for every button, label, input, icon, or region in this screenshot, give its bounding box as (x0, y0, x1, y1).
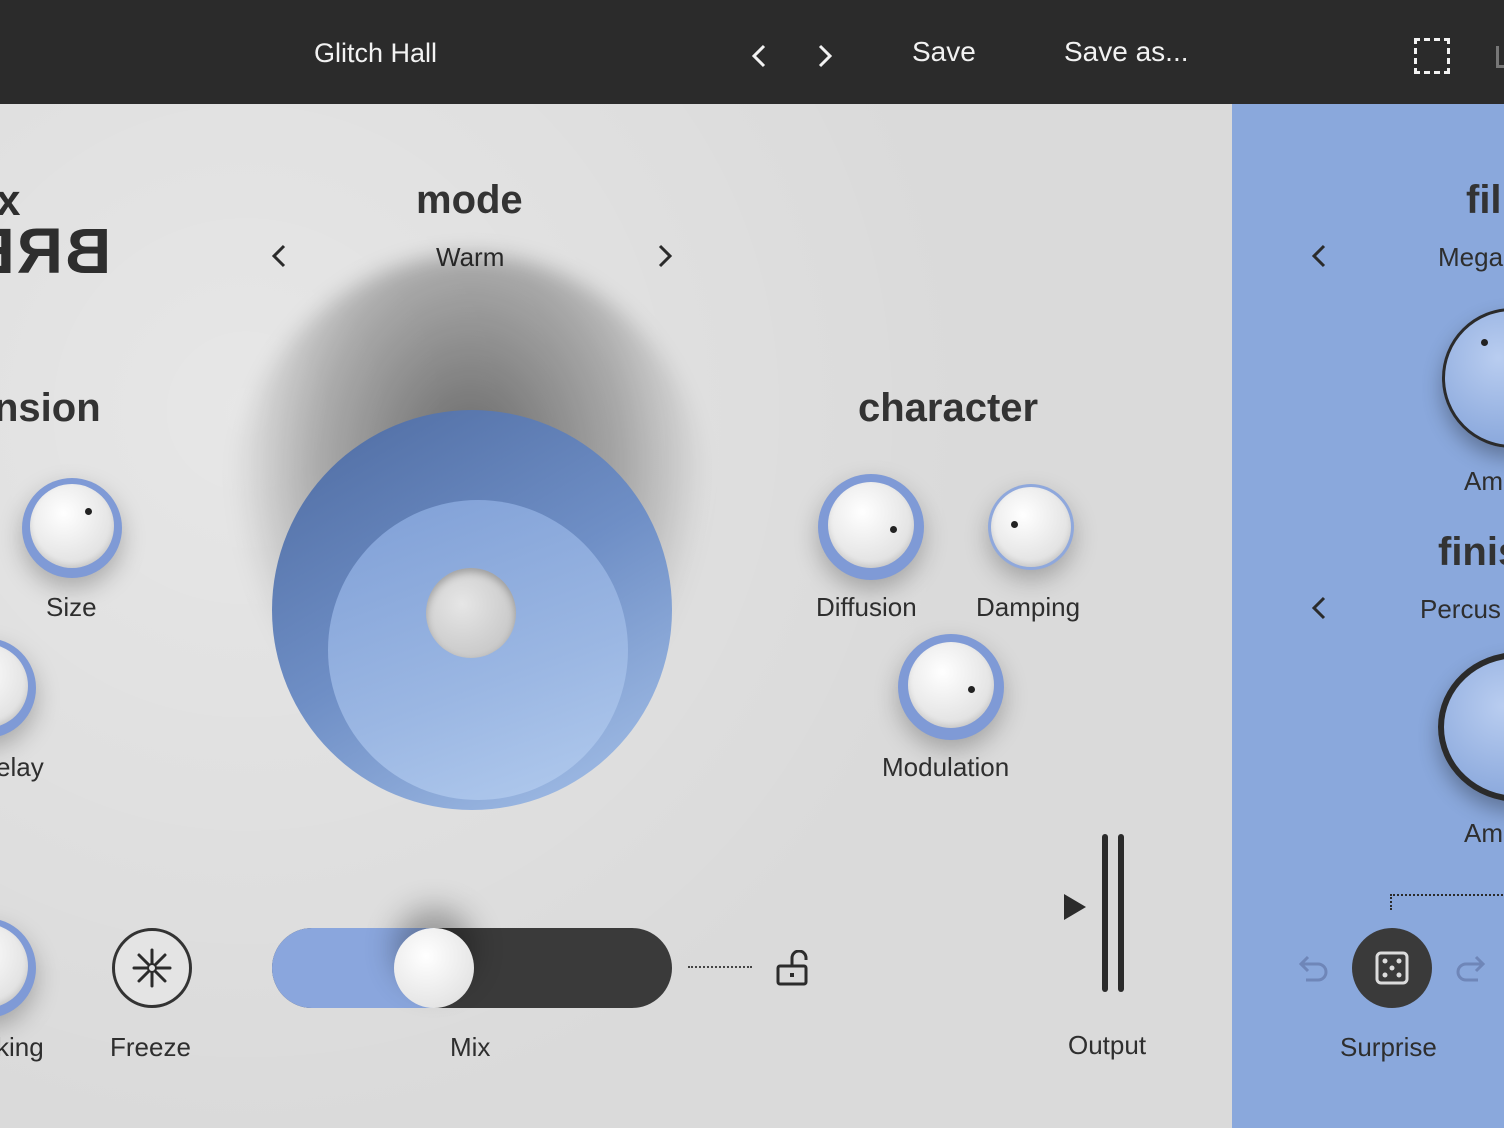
main-panel: x BRE mode Warm nsion Size elay king (0, 104, 1232, 1128)
delay-knob[interactable] (0, 638, 36, 738)
damping-knob-face (991, 487, 1071, 567)
filter-amount-knob-indicator (1481, 339, 1488, 346)
damping-label: Damping (976, 592, 1081, 622)
king-knob[interactable] (0, 918, 36, 1018)
filter-value: Mega (1438, 242, 1504, 272)
logo: BRE (0, 215, 112, 287)
delay-knob-face (0, 644, 28, 728)
mode-prev-icon[interactable] (268, 240, 292, 272)
output-meter-left[interactable] (1102, 834, 1108, 992)
modulation-knob-indicator (968, 686, 975, 693)
output-meter-right[interactable] (1118, 834, 1124, 992)
size-knob-indicator (85, 508, 92, 515)
filter-prev-icon[interactable] (1308, 240, 1332, 272)
character-title: character (858, 386, 1039, 430)
diffusion-knob-indicator (890, 526, 897, 533)
save-button[interactable]: Save (912, 36, 976, 68)
delay-label: elay (0, 752, 44, 782)
diffusion-knob-face (828, 482, 914, 568)
fullscreen-icon[interactable] (1414, 38, 1450, 74)
top-bar: Glitch Hall Save Save as... (0, 0, 1504, 104)
size-label: Size (46, 592, 97, 622)
surprise-link-line (1390, 894, 1504, 910)
surprise-button[interactable] (1352, 928, 1432, 1008)
filter-amount-knob[interactable] (1442, 308, 1504, 448)
diffusion-label: Diffusion (816, 592, 917, 622)
king-knob-face (0, 924, 28, 1008)
mode-dial[interactable] (272, 410, 672, 810)
damping-knob-indicator (1011, 521, 1018, 528)
dimension-title: nsion (0, 386, 101, 430)
surprise-label: Surprise (1340, 1032, 1437, 1062)
freeze-button[interactable] (112, 928, 192, 1008)
play-icon[interactable] (1064, 894, 1086, 920)
modulation-label: Modulation (882, 752, 1010, 782)
undo-icon[interactable] (1294, 950, 1330, 986)
snowflake-icon (132, 948, 172, 988)
finish-prev-icon[interactable] (1308, 592, 1332, 624)
mode-dial-center (426, 568, 516, 658)
dice-icon (1375, 951, 1409, 985)
damping-knob[interactable] (988, 484, 1074, 570)
modulation-knob-face (908, 642, 994, 728)
output-label: Output (1068, 1030, 1147, 1060)
finish-value: Percus (1420, 594, 1501, 624)
next-preset-icon[interactable] (810, 40, 838, 72)
modulation-knob[interactable] (898, 634, 1004, 740)
mode-next-icon[interactable] (652, 240, 676, 272)
king-label: king (0, 1032, 44, 1062)
redo-icon[interactable] (1454, 950, 1490, 986)
unlock-icon[interactable] (776, 950, 808, 986)
save-as-button[interactable]: Save as... (1064, 36, 1189, 68)
finish-amount-knob[interactable] (1438, 652, 1504, 802)
filter-amount-label: Am (1464, 466, 1503, 496)
size-knob[interactable] (22, 478, 122, 578)
filter-title: fil (1466, 178, 1502, 222)
finish-amount-label: Am (1464, 818, 1503, 848)
mix-slider-handle[interactable] (393, 928, 474, 1008)
mix-label: Mix (450, 1032, 491, 1062)
mix-link-line (688, 966, 752, 968)
diffusion-knob[interactable] (818, 474, 924, 580)
finish-title: finis (1438, 530, 1504, 574)
freeze-label: Freeze (110, 1032, 191, 1062)
mode-title: mode (416, 178, 523, 222)
size-knob-face (30, 484, 114, 568)
previous-preset-icon[interactable] (746, 40, 774, 72)
preset-name[interactable]: Glitch Hall (314, 38, 437, 69)
settings-edge-icon[interactable] (1496, 46, 1504, 68)
side-panel: fil Mega Am finis Percus Am Surprise (1232, 104, 1504, 1128)
